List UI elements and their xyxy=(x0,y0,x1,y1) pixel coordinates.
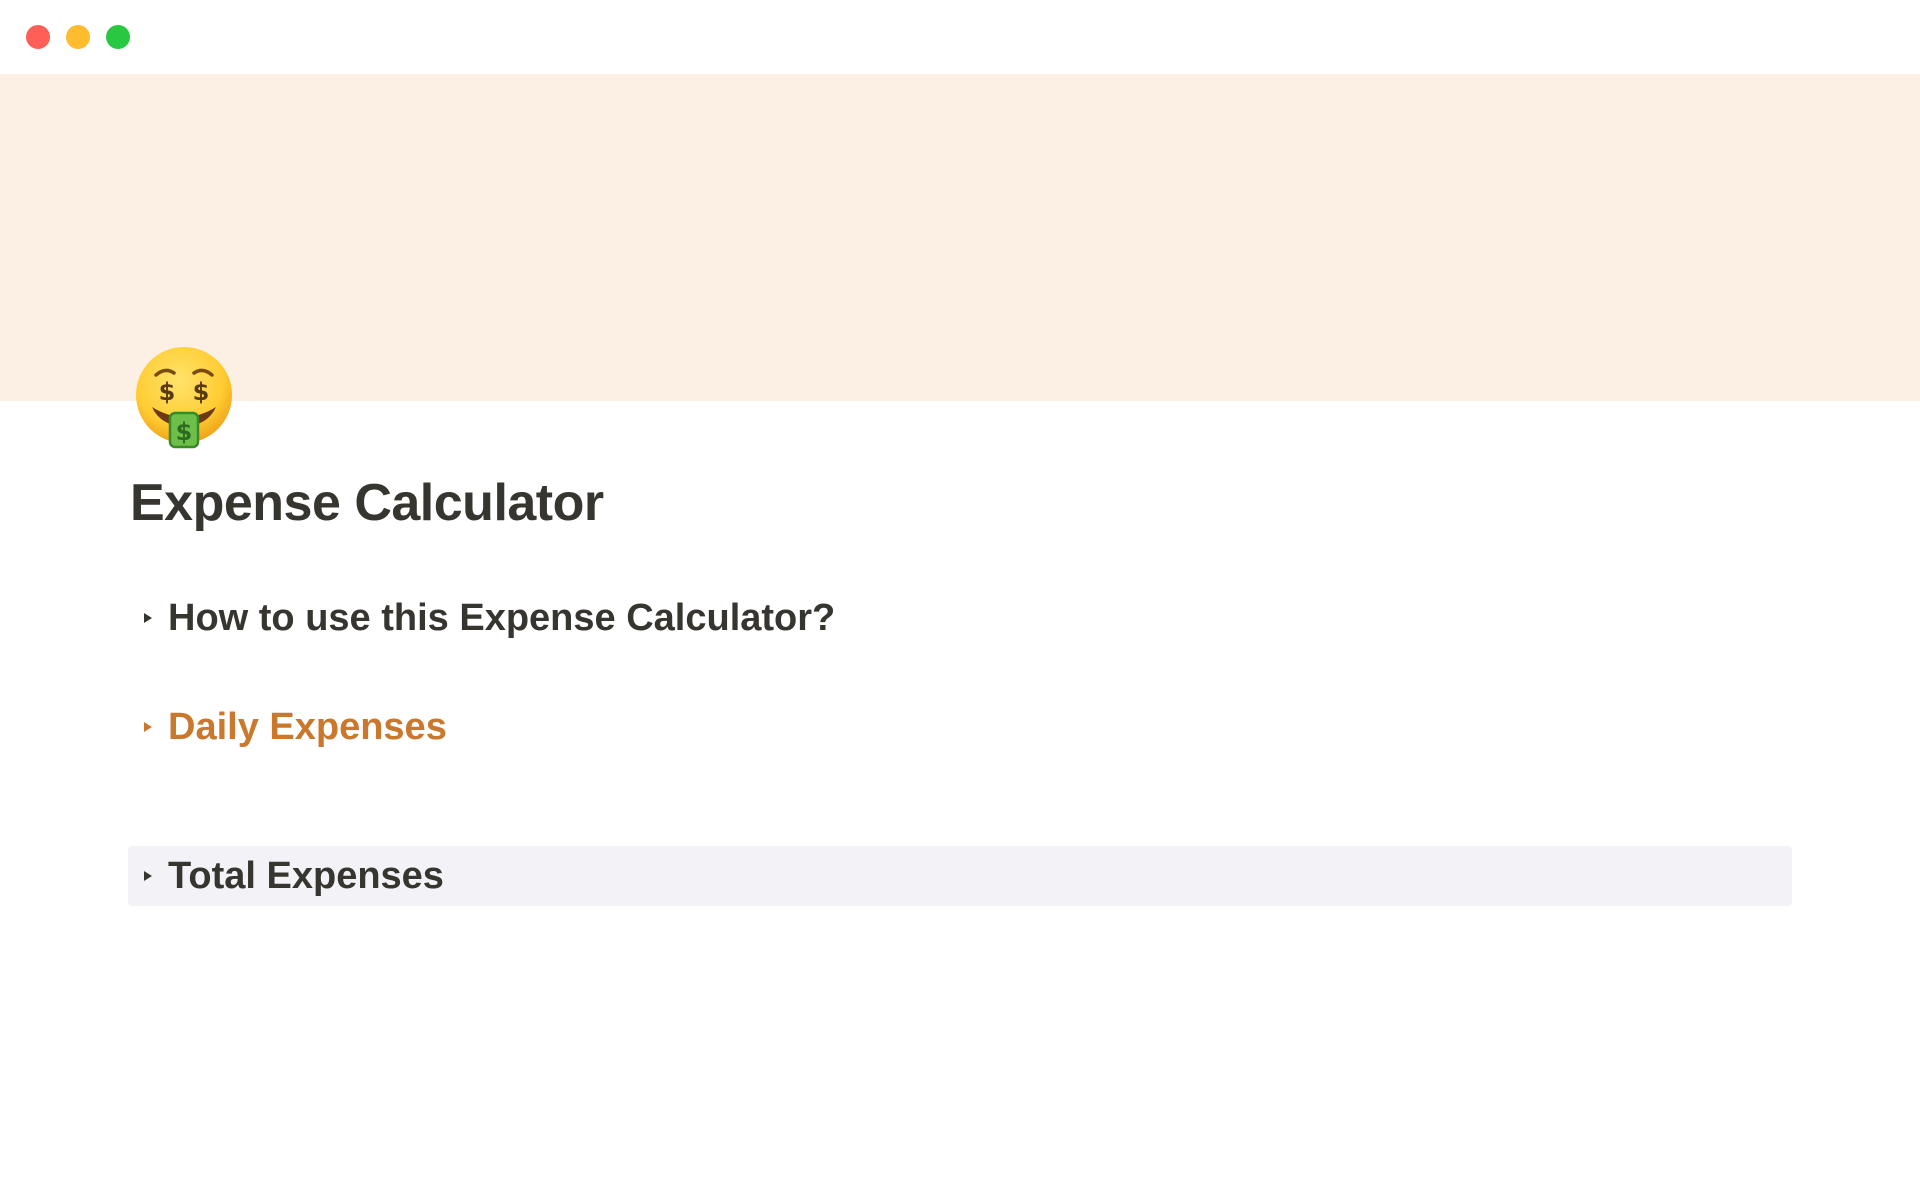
svg-text:$: $ xyxy=(193,378,210,406)
page-cover[interactable] xyxy=(0,74,1920,401)
toggle-daily-expenses[interactable]: Daily Expenses xyxy=(128,697,447,757)
toggle-arrow-icon[interactable] xyxy=(128,697,168,757)
close-window-button[interactable] xyxy=(26,25,50,49)
toggle-arrow-icon[interactable] xyxy=(128,846,168,906)
toggle-label: Daily Expenses xyxy=(168,706,447,748)
toggle-total-expenses[interactable]: Total Expenses xyxy=(128,846,1792,906)
money-mouth-face-icon[interactable]: $ $ $ xyxy=(132,345,236,449)
svg-text:$: $ xyxy=(159,378,176,406)
zoom-window-button[interactable] xyxy=(106,25,130,49)
minimize-window-button[interactable] xyxy=(66,25,90,49)
toggle-how-to-use[interactable]: How to use this Expense Calculator? xyxy=(128,588,835,648)
page-title[interactable]: Expense Calculator xyxy=(130,470,604,536)
toggle-label: Total Expenses xyxy=(168,855,444,897)
svg-text:$: $ xyxy=(176,418,193,446)
title-bar xyxy=(0,0,1920,74)
toggle-arrow-icon[interactable] xyxy=(128,588,168,648)
app-window: $ $ $ Expense Calculator How to use this… xyxy=(0,0,1920,1200)
toggle-label: How to use this Expense Calculator? xyxy=(168,597,836,639)
